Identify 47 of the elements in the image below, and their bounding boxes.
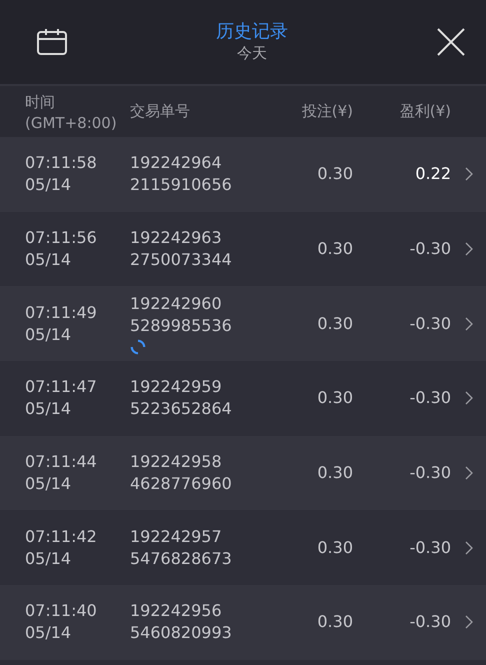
column-header: 投注(¥) — [300, 101, 353, 122]
profit-cell-text: -0.30 — [408, 238, 451, 260]
history-row[interactable]: 07:11:56 05/14 192242963 2750073344 0.30 -0.30 — [0, 212, 486, 286]
time-cell-text: 07:11:42 05/14 — [25, 526, 98, 570]
stake-cell-text: 0.30 — [316, 238, 353, 260]
stake-cell-text: 0.30 — [316, 611, 353, 634]
chevron-right-icon[interactable] — [464, 167, 472, 182]
time-cell-text: 07:11:56 05/14 — [25, 227, 98, 272]
column-header: 交易单号 — [130, 101, 191, 122]
time-cell-text: 07:11:44 05/14 — [25, 451, 98, 496]
calendar-icon[interactable] — [36, 28, 68, 56]
order-number: 192242958 4628776960 — [130, 451, 233, 496]
order-number: 192242963 2750073344 — [130, 227, 233, 272]
page-title: 历史记录 — [216, 21, 288, 43]
history-row[interactable]: 07:11:40 05/14 192242956 5460820993 0.30 -0.30 — [0, 585, 486, 660]
stake-cell-text: 0.30 — [316, 462, 353, 484]
profit-cell-text: -0.30 — [408, 312, 451, 335]
time-cell-text: 07:11:58 05/14 — [25, 152, 98, 196]
order-number: 192242956 5460820993 — [130, 600, 233, 644]
history-row[interactable]: 07:11:44 05/14 192242958 4628776960 0.30 -0.30 — [0, 436, 486, 510]
stake-cell-text: 0.30 — [316, 387, 353, 410]
time-cell-text: 07:11:47 05/14 — [25, 376, 98, 420]
order-number: 192242960 5289985536 — [130, 292, 233, 337]
column-header: 盈利(¥) — [398, 101, 451, 122]
profit-cell-text: -0.30 — [408, 387, 451, 410]
order-number: 192242964 2115910656 — [130, 152, 233, 196]
time-cell-text: 07:11:40 05/14 — [25, 600, 98, 644]
profit-cell-text: -0.30 — [408, 611, 451, 634]
chevron-right-icon[interactable] — [464, 391, 472, 406]
profit-cell-text: 0.22 — [414, 163, 451, 186]
date-filter: 今天 — [237, 43, 267, 63]
close-icon[interactable] — [436, 27, 466, 57]
stake-cell-text: 0.30 — [316, 163, 353, 186]
column-header: 时间 (GMT+8:00) — [25, 92, 118, 134]
stake-cell-text: 0.30 — [316, 536, 353, 559]
chevron-right-icon[interactable] — [464, 615, 472, 630]
time-cell-text: 07:11:49 05/14 — [25, 302, 98, 346]
order-number: 192242959 5223652864 — [130, 376, 233, 420]
order-number: 192242957 5476828673 — [130, 526, 233, 570]
profit-cell-text: -0.30 — [408, 462, 451, 484]
chevron-right-icon[interactable] — [464, 540, 472, 555]
chevron-right-icon[interactable] — [464, 316, 472, 331]
chevron-right-icon[interactable] — [464, 242, 472, 256]
stake-cell-text: 0.30 — [316, 312, 353, 335]
history-row[interactable]: 07:11:58 05/14 192242964 2115910656 0.30 0.22 — [0, 137, 486, 212]
chevron-right-icon[interactable] — [464, 466, 472, 480]
profit-cell-text: -0.30 — [408, 536, 451, 559]
